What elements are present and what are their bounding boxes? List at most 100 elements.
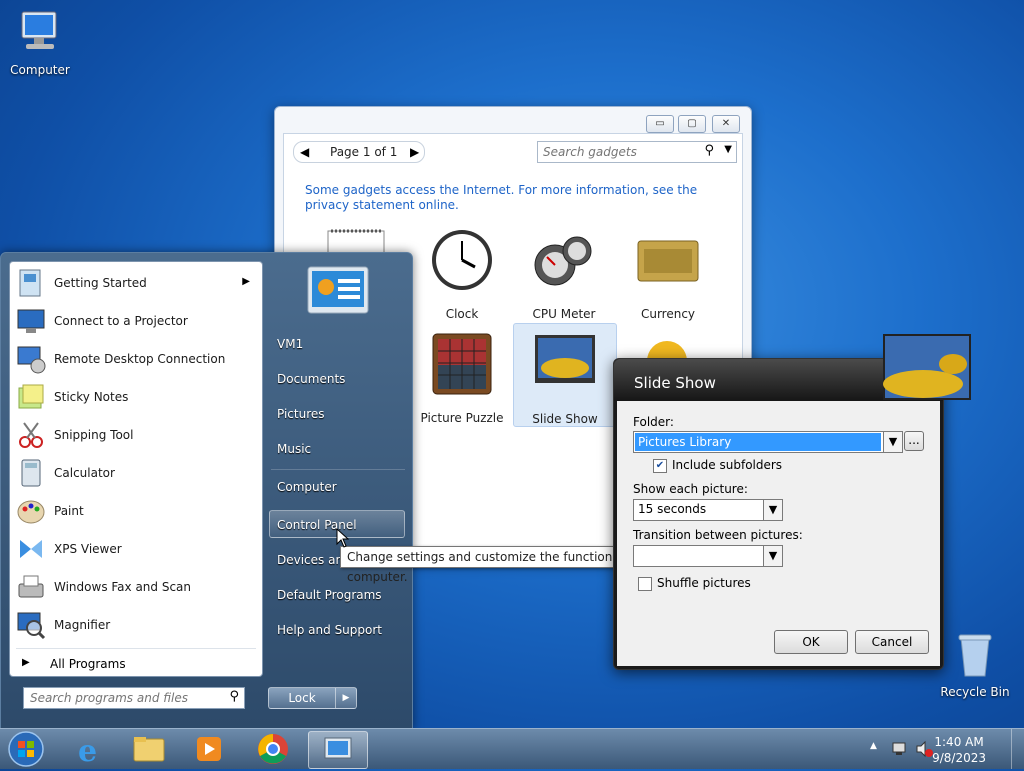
program-magnifier[interactable]: Magnifier xyxy=(14,608,258,644)
internet-explorer-icon: e xyxy=(78,734,97,769)
program-fax-and-scan[interactable]: Windows Fax and Scan xyxy=(14,570,258,606)
remote-desktop-icon xyxy=(17,346,46,374)
divider xyxy=(271,469,405,470)
taskbar-media-player[interactable] xyxy=(182,731,236,767)
start-link-documents[interactable]: Documents xyxy=(277,372,345,386)
dialog-body: Folder: Pictures Library ▼ ... ✔ Include… xyxy=(617,401,940,666)
submenu-arrow-icon: ▶ xyxy=(242,276,250,287)
cancel-button[interactable]: Cancel xyxy=(855,630,929,654)
taskbar-gadgets-active[interactable] xyxy=(308,731,368,769)
gadget-tile-slide-show[interactable]: Slide Show xyxy=(513,323,617,427)
shuffle-pictures-checkbox[interactable] xyxy=(638,577,652,591)
slide-show-gadget-preview[interactable] xyxy=(883,334,971,400)
chrome-icon xyxy=(258,734,288,764)
slide-show-icon xyxy=(535,335,595,383)
folder-select[interactable]: Pictures Library ▼ xyxy=(633,431,903,453)
media-player-icon xyxy=(197,737,221,761)
ok-button[interactable]: OK xyxy=(774,630,848,654)
start-link-pictures[interactable]: Pictures xyxy=(277,407,325,421)
show-each-select[interactable]: 15 seconds ▼ xyxy=(633,499,783,521)
show-each-value: 15 seconds xyxy=(638,502,707,516)
start-link-default-programs[interactable]: Default Programs xyxy=(277,588,382,602)
gadget-label: Currency xyxy=(640,307,696,321)
gadget-tile-picture-puzzle[interactable]: Picture Puzzle xyxy=(411,329,513,425)
internet-info-link[interactable]: Some gadgets access the Internet. For mo… xyxy=(305,183,725,213)
chevron-right-icon: ▶ xyxy=(342,693,350,703)
taskbar-file-explorer[interactable] xyxy=(122,731,176,767)
computer-icon xyxy=(21,11,57,49)
all-programs-item[interactable]: ▶ All Programs xyxy=(14,652,258,676)
program-snipping-tool[interactable]: Snipping Tool xyxy=(14,418,258,454)
start-link-help-support[interactable]: Help and Support xyxy=(277,623,382,637)
program-label: Sticky Notes xyxy=(54,390,129,404)
system-clock[interactable]: 1:40 AM 9/8/2023 xyxy=(932,734,986,766)
volume-muted-icon[interactable] xyxy=(914,739,934,759)
sticky-notes-icon xyxy=(18,384,44,409)
transition-label: Transition between pictures: xyxy=(633,528,803,542)
folder-value: Pictures Library xyxy=(638,435,732,449)
program-getting-started[interactable]: Getting Started ▶ xyxy=(14,266,258,302)
include-subfolders-label: Include subfolders xyxy=(672,458,783,472)
search-icon[interactable]: ⚲ xyxy=(704,143,714,158)
start-orb-icon[interactable] xyxy=(5,730,47,768)
start-link-vm1[interactable]: VM1 xyxy=(277,337,303,351)
gadget-tile-cpu-meter[interactable]: CPU Meter xyxy=(513,225,615,321)
taskbar: e ▲ 1:40 AM 9/8/2023 xyxy=(0,728,1024,769)
program-connect-to-projector[interactable]: Connect to a Projector xyxy=(14,304,258,340)
chevron-right-icon[interactable]: ▶ xyxy=(410,145,419,159)
fax-icon xyxy=(18,575,44,598)
lock-button[interactable]: Lock xyxy=(268,687,336,709)
mouse-cursor-icon xyxy=(336,528,350,548)
shutdown-options-button[interactable]: ▶ xyxy=(335,687,357,709)
program-calculator[interactable]: Calculator xyxy=(14,456,258,492)
programs-pane: Getting Started ▶ Connect to a Projector… xyxy=(9,261,263,677)
desktop-icon-label: Computer xyxy=(10,63,70,77)
program-label: Calculator xyxy=(54,466,115,480)
chevron-down-icon[interactable]: ▼ xyxy=(883,432,902,452)
minimize-button[interactable]: ▭ xyxy=(646,115,674,133)
clock-date: 9/8/2023 xyxy=(932,751,986,765)
gadget-search-input[interactable] xyxy=(538,142,695,162)
recycle-bin-icon xyxy=(958,634,992,677)
chevron-down-icon[interactable]: ▼ xyxy=(763,500,782,520)
desktop-icon-label: Recycle Bin xyxy=(940,685,1010,699)
browse-folder-button[interactable]: ... xyxy=(904,431,924,451)
start-search-input[interactable] xyxy=(24,688,222,708)
start-link-music[interactable]: Music xyxy=(277,442,311,456)
program-label: Remote Desktop Connection xyxy=(54,352,226,366)
page-navigator: ◀ Page 1 of 1 ▶ xyxy=(293,141,425,163)
user-picture-icon[interactable] xyxy=(306,265,370,317)
svg-text:e: e xyxy=(78,734,97,767)
show-hidden-icons-chevron-icon[interactable]: ▲ xyxy=(870,741,877,751)
gadget-tile-currency[interactable]: Currency xyxy=(617,225,719,321)
taskbar-chrome[interactable] xyxy=(246,731,300,767)
maximize-button[interactable]: ▢ xyxy=(678,115,706,133)
taskbar-internet-explorer[interactable]: e xyxy=(62,731,116,769)
program-label: Getting Started xyxy=(54,276,147,290)
calculator-icon xyxy=(21,459,41,487)
shuffle-pictures-label: Shuffle pictures xyxy=(657,576,751,590)
start-search-box: ⚲ xyxy=(23,687,245,709)
start-link-computer[interactable]: Computer xyxy=(277,480,337,494)
page-label: Page 1 of 1 xyxy=(330,145,398,159)
network-icon[interactable] xyxy=(890,739,910,759)
transition-select[interactable]: ▼ xyxy=(633,545,783,567)
chevron-down-icon[interactable]: ▼ xyxy=(724,144,732,155)
program-xps-viewer[interactable]: XPS Viewer xyxy=(14,532,258,568)
gadget-label: Clock xyxy=(445,307,479,321)
gadget-tile-clock[interactable]: Clock xyxy=(411,225,513,321)
desktop-icon-recycle-bin[interactable]: Recycle Bin xyxy=(935,632,1015,699)
include-subfolders-checkbox[interactable]: ✔ xyxy=(653,459,667,473)
close-button[interactable]: ✕ xyxy=(712,115,740,133)
gadget-search-box: ⚲ ▼ xyxy=(537,141,737,163)
search-icon[interactable]: ⚲ xyxy=(229,689,239,704)
desktop-icon-computer[interactable]: Computer xyxy=(0,8,80,77)
program-remote-desktop[interactable]: Remote Desktop Connection xyxy=(14,342,258,378)
program-label: Snipping Tool xyxy=(54,428,134,442)
program-paint[interactable]: Paint xyxy=(14,494,258,530)
program-sticky-notes[interactable]: Sticky Notes xyxy=(14,380,258,416)
chevron-down-icon[interactable]: ▼ xyxy=(763,546,782,566)
all-programs-label: All Programs xyxy=(50,657,126,671)
show-desktop-button[interactable] xyxy=(1011,729,1024,769)
chevron-left-icon[interactable]: ◀ xyxy=(300,145,309,159)
